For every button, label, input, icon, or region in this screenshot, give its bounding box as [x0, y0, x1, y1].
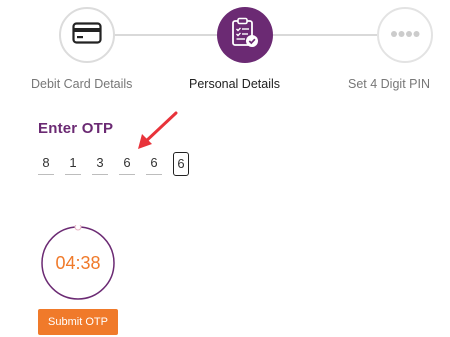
- otp-digit-1[interactable]: 8: [38, 153, 54, 175]
- otp-digit-4[interactable]: 6: [119, 153, 135, 175]
- step-label-personal-details: Personal Details: [189, 77, 281, 91]
- step-personal-details: [217, 7, 273, 63]
- otp-digit-5[interactable]: 6: [146, 153, 162, 175]
- step-connector-1: [115, 34, 217, 36]
- countdown-timer: 04:38: [40, 223, 116, 301]
- step-connector-2: [273, 34, 377, 36]
- submit-otp-button[interactable]: Submit OTP: [38, 309, 118, 335]
- step-set-pin: [377, 7, 433, 63]
- pin-dots-icon: [390, 26, 420, 44]
- annotation-arrow-icon: [132, 110, 182, 157]
- otp-digit-6[interactable]: 6: [173, 152, 189, 176]
- step-label-set-pin: Set 4 Digit PIN: [348, 77, 430, 91]
- step-label-debit-card: Debit Card Details: [31, 77, 133, 91]
- timer-value: 04:38: [55, 252, 101, 273]
- clipboard-check-icon: [230, 17, 260, 54]
- otp-title: Enter OTP: [38, 120, 114, 137]
- otp-digit-3[interactable]: 3: [92, 153, 108, 175]
- credit-card-icon: [72, 21, 102, 49]
- step-debit-card: [59, 7, 115, 63]
- otp-digit-2[interactable]: 1: [65, 153, 81, 175]
- otp-page: Debit Card Details Personal Details Set …: [0, 0, 450, 337]
